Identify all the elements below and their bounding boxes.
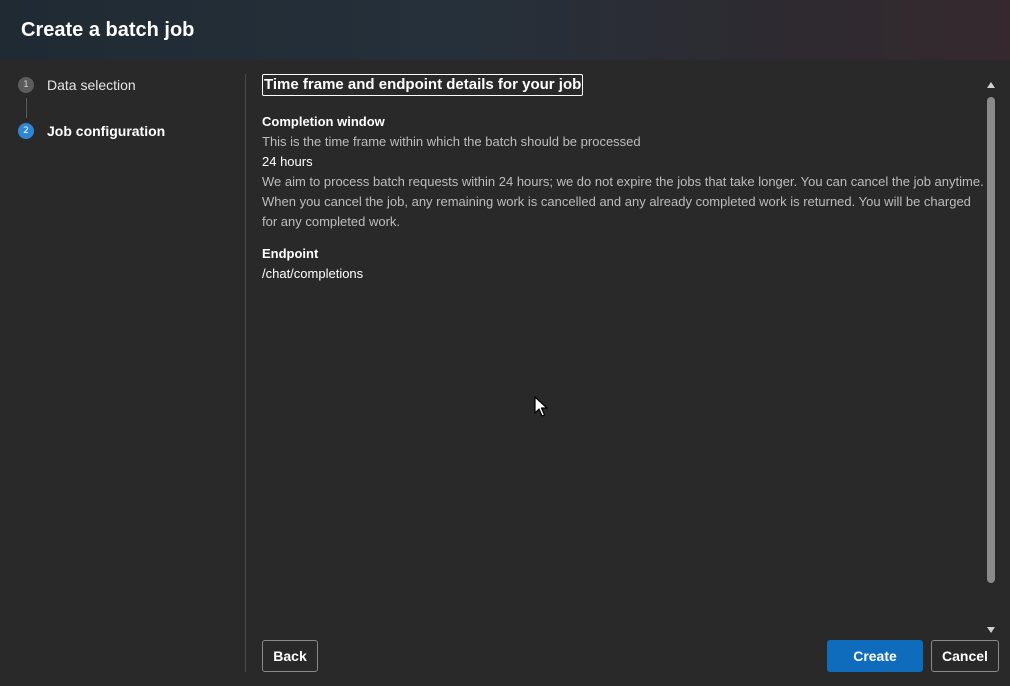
create-batch-job-dialog: Create a batch job 1 Data selection 2 Jo…: [0, 0, 1010, 686]
cancel-button[interactable]: Cancel: [931, 640, 999, 672]
dialog-header: Create a batch job: [0, 0, 1010, 60]
completion-window-value: 24 hours: [262, 154, 313, 169]
dialog-title: Create a batch job: [21, 19, 195, 41]
step-connector: [26, 98, 27, 118]
step-number-badge: 1: [18, 77, 34, 93]
step-label: Job configuration: [47, 123, 166, 139]
back-button[interactable]: Back: [262, 640, 318, 672]
endpoint-value: /chat/completions: [262, 266, 364, 281]
scroll-thumb[interactable]: [987, 97, 995, 583]
vertical-scrollbar[interactable]: [985, 80, 997, 635]
section-title: Time frame and endpoint details for your…: [262, 74, 584, 96]
step-number-badge: 2: [18, 123, 34, 139]
create-button[interactable]: Create: [827, 640, 923, 672]
scroll-down-arrow-icon[interactable]: [987, 627, 995, 633]
wizard-steps: [0, 60, 245, 686]
step-label: Data selection: [47, 77, 136, 93]
completion-window-label: Completion window: [262, 114, 385, 129]
mouse-pointer-icon: [534, 396, 548, 417]
step-job-configuration[interactable]: 2 Job configuration: [18, 120, 165, 142]
endpoint-label: Endpoint: [262, 246, 319, 261]
completion-window-description: This is the time frame within which the …: [262, 134, 641, 149]
scroll-up-arrow-icon[interactable]: [987, 82, 995, 88]
completion-window-note: We aim to process batch requests within …: [262, 174, 984, 229]
pane-divider: [245, 74, 246, 672]
step-data-selection[interactable]: 1 Data selection: [18, 74, 136, 96]
